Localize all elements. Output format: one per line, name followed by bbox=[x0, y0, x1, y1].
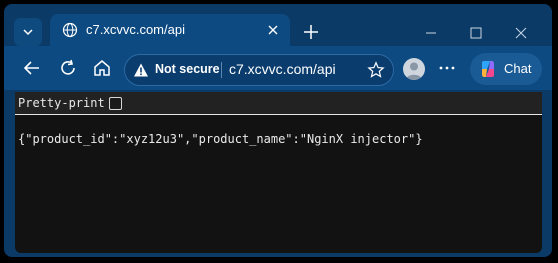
tab-strip: c7.xcvvc.com/api bbox=[4, 4, 552, 46]
navigation-toolbar: Not secure c7.xcvvc.com/api Chat bbox=[4, 46, 552, 90]
url-text[interactable]: c7.xcvvc.com/api bbox=[229, 61, 336, 77]
json-response-text: {"product_id":"xyz12u3","product_name":"… bbox=[18, 132, 423, 146]
active-tab[interactable]: c7.xcvvc.com/api bbox=[50, 14, 290, 46]
more-options-icon[interactable] bbox=[438, 60, 456, 76]
back-arrow-icon[interactable] bbox=[22, 58, 42, 78]
close-tab-icon[interactable] bbox=[266, 23, 280, 37]
minimize-icon[interactable] bbox=[424, 26, 438, 40]
address-bar[interactable]: Not secure c7.xcvvc.com/api bbox=[124, 54, 394, 86]
copilot-label: Chat bbox=[504, 61, 532, 76]
copilot-chat-button[interactable]: Chat bbox=[470, 53, 542, 85]
pretty-print-checkbox[interactable] bbox=[109, 97, 122, 110]
chevron-down-icon bbox=[23, 29, 33, 36]
security-status-label[interactable]: Not secure bbox=[155, 62, 220, 76]
tab-list-button[interactable] bbox=[14, 18, 42, 46]
maximize-icon[interactable] bbox=[469, 26, 483, 40]
page-content: Pretty-print {"product_id":"xyz12u3","pr… bbox=[15, 92, 542, 253]
pretty-print-bar: Pretty-print bbox=[15, 92, 542, 115]
tab-title: c7.xcvvc.com/api bbox=[86, 22, 185, 37]
pretty-print-label[interactable]: Pretty-print bbox=[18, 96, 105, 110]
user-icon bbox=[406, 62, 422, 80]
profile-avatar[interactable] bbox=[403, 58, 425, 80]
favorite-star-icon[interactable] bbox=[367, 61, 385, 79]
globe-icon bbox=[62, 22, 78, 38]
warning-icon[interactable] bbox=[133, 62, 149, 78]
refresh-icon[interactable] bbox=[58, 58, 78, 78]
close-window-icon[interactable] bbox=[514, 26, 528, 40]
address-separator bbox=[221, 62, 222, 78]
browser-window: c7.xcvvc.com/api Not secure c7.xcvvc.com… bbox=[4, 4, 552, 257]
copilot-icon bbox=[482, 61, 494, 77]
new-tab-icon[interactable] bbox=[302, 23, 320, 41]
home-icon[interactable] bbox=[92, 58, 112, 78]
